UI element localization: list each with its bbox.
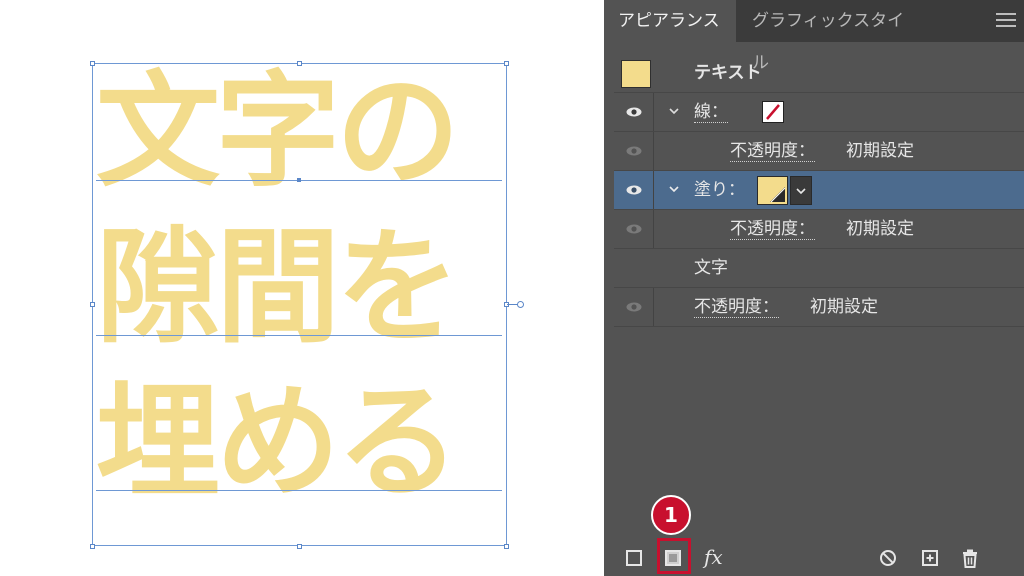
fx-icon[interactable]: fx xyxy=(704,544,728,569)
duplicate-item-icon[interactable] xyxy=(918,546,942,570)
visibility-eye-icon-dim[interactable] xyxy=(626,224,642,234)
trash-icon[interactable] xyxy=(958,546,982,570)
stroke-opacity-label[interactable]: 不透明度： xyxy=(730,141,815,162)
bbox-handle-bottom-center[interactable] xyxy=(297,544,302,549)
fill-swatch-dropdown[interactable] xyxy=(790,176,812,205)
stroke-label[interactable]: 線： xyxy=(694,102,728,123)
visibility-eye-icon[interactable] xyxy=(626,107,642,117)
bbox-handle-bottom-left[interactable] xyxy=(90,544,95,549)
visibility-eye-icon-dim[interactable] xyxy=(626,146,642,156)
chevron-down-icon[interactable] xyxy=(668,183,680,195)
text-out-port-handle[interactable] xyxy=(517,301,524,308)
panel-tab-bar: アピアランス グラフィックスタイル xyxy=(604,0,1024,73)
visibility-eye-icon[interactable] xyxy=(626,185,642,195)
visibility-eye-icon-dim[interactable] xyxy=(626,302,642,312)
tab-appearance[interactable]: アピアランス xyxy=(604,0,736,42)
appearance-row-fill[interactable]: 塗り： xyxy=(614,171,1024,210)
appearance-row-characters[interactable]: 文字 xyxy=(614,249,1024,288)
text-object-label: テキスト xyxy=(694,63,762,83)
stroke-opacity-value: 初期設定 xyxy=(846,141,914,161)
clear-appearance-icon[interactable] xyxy=(876,546,900,570)
highlight-box xyxy=(657,538,691,574)
fill-label[interactable]: 塗り： xyxy=(694,171,745,209)
selection-bounding-box xyxy=(92,63,507,546)
opacity-value: 初期設定 xyxy=(810,297,878,317)
swatch-corner-icon xyxy=(770,187,786,203)
text-thumbnail xyxy=(621,60,651,88)
bbox-handle-top-right[interactable] xyxy=(504,61,509,66)
appearance-panel: アピアランス グラフィックスタイル テキスト 線： 不透明度： 初期設定 塗り： xyxy=(604,0,1024,576)
tab-graphic-styles[interactable]: グラフィックスタイル xyxy=(738,0,934,73)
appearance-row-text[interactable]: テキスト xyxy=(614,54,1024,93)
opacity-label[interactable]: 不透明度： xyxy=(694,297,779,318)
bbox-handle-top-center[interactable] xyxy=(297,61,302,66)
appearance-row-opacity[interactable]: 不透明度： 初期設定 xyxy=(614,288,1024,327)
stroke-none-swatch[interactable] xyxy=(762,101,784,123)
add-new-stroke-icon[interactable] xyxy=(622,546,646,570)
characters-label: 文字 xyxy=(694,258,728,278)
artboard-canvas[interactable]: 文字の 隙間を 埋める xyxy=(0,0,604,576)
bbox-handle-bottom-right[interactable] xyxy=(504,544,509,549)
appearance-list: テキスト 線： 不透明度： 初期設定 塗り： 不透明度： 初期設定 文字 不透明… xyxy=(614,54,1024,327)
appearance-row-stroke-opacity[interactable]: 不透明度： 初期設定 xyxy=(614,132,1024,171)
fill-color-swatch[interactable] xyxy=(757,176,788,205)
fill-opacity-label[interactable]: 不透明度： xyxy=(730,219,815,240)
bbox-handle-middle-left[interactable] xyxy=(90,302,95,307)
chevron-down-icon xyxy=(796,188,806,195)
appearance-row-stroke[interactable]: 線： xyxy=(614,93,1024,132)
appearance-row-fill-opacity[interactable]: 不透明度： 初期設定 xyxy=(614,210,1024,249)
fill-opacity-value: 初期設定 xyxy=(846,219,914,239)
bbox-handle-top-left[interactable] xyxy=(90,61,95,66)
hamburger-menu-icon[interactable] xyxy=(996,13,1016,29)
none-slash-icon xyxy=(766,104,780,120)
step-number-badge: 1 xyxy=(651,495,691,535)
chevron-down-icon[interactable] xyxy=(668,105,680,117)
